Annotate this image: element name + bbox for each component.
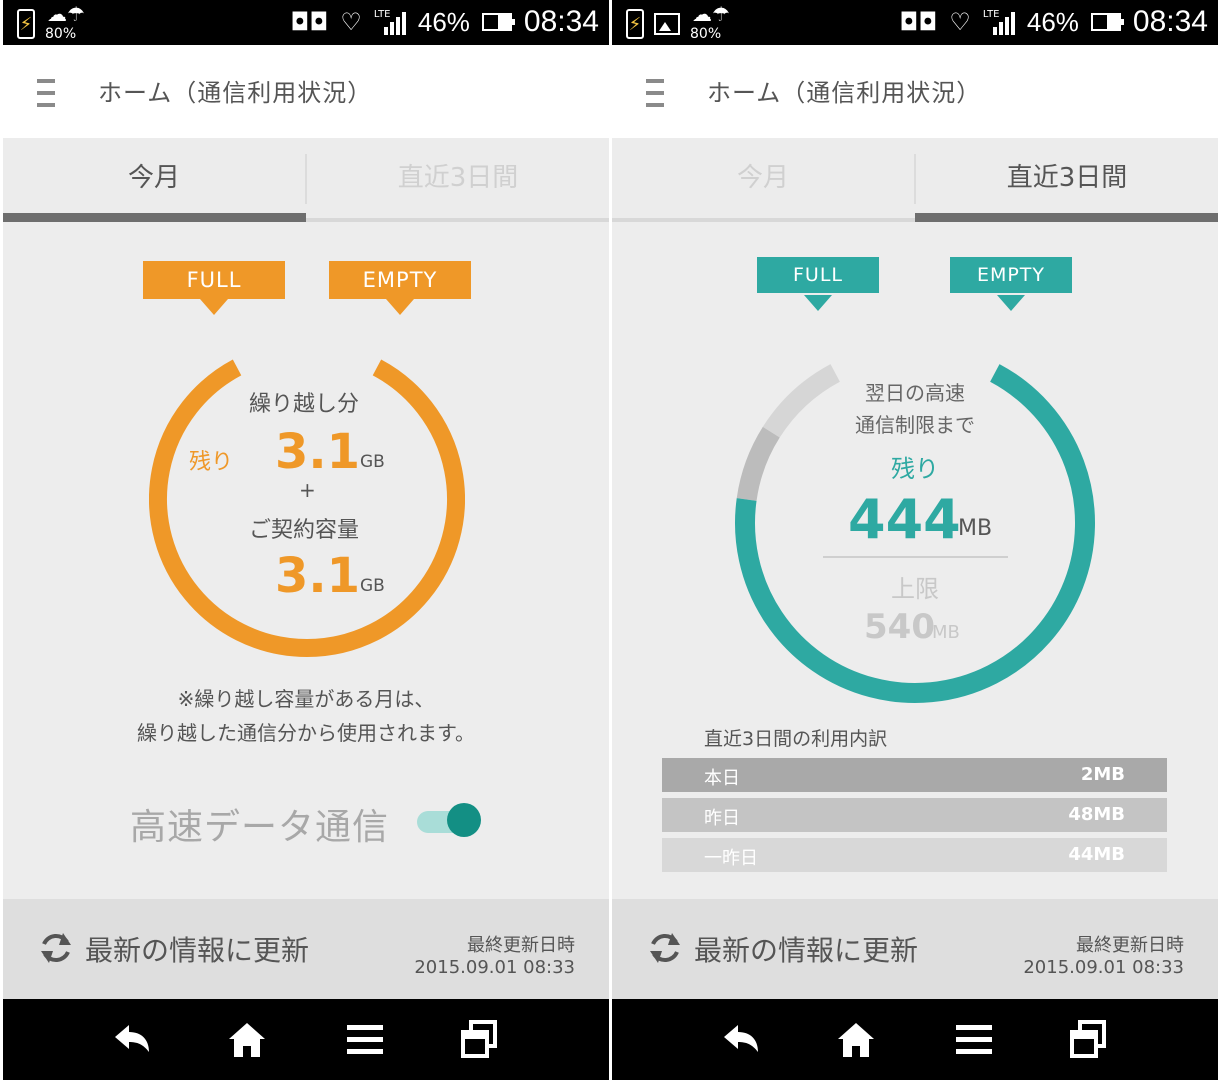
gauge-caption-2: 通信制限まで	[855, 413, 975, 437]
voicemail-icon: ◘◘	[899, 8, 938, 36]
contract-unit: GB	[360, 576, 385, 596]
menu-list-icon[interactable]	[952, 1019, 996, 1059]
empty-label: EMPTY	[329, 261, 471, 315]
navigation-bar	[612, 999, 1218, 1080]
toggle-thumb	[447, 803, 481, 837]
status-bar: ⚡ ☁☂ 80% ◘◘ ♡ LTE 46% 08:34	[3, 0, 609, 45]
battery-icon	[481, 13, 515, 31]
breakdown-value: 44MB	[1068, 844, 1125, 865]
refresh-label: 最新の情報に更新	[85, 934, 310, 967]
page-title: ホーム（通信利用状況）	[707, 79, 982, 107]
battery-charging-icon: ⚡	[626, 9, 644, 39]
menu-icon[interactable]	[646, 79, 664, 107]
breakdown-value: 48MB	[1068, 804, 1125, 825]
tab-last-3-days[interactable]: 直近3日間	[916, 138, 1218, 213]
weather-icon: ☁☂ 80%	[690, 2, 730, 42]
screen-last-3-days: ⚡ ☁☂ 80% ◘◘ ♡ LTE 46% 08:34 ホーム（通信利用状況） …	[612, 0, 1218, 1080]
status-bar: ⚡ ☁☂ 80% ◘◘ ♡ LTE 46% 08:34	[612, 0, 1218, 45]
page-title: ホーム（通信利用状況）	[98, 79, 373, 107]
tab-underline	[612, 218, 915, 222]
limit-label: 上限	[891, 575, 939, 603]
refresh-icon	[41, 933, 71, 963]
breakdown-label: 本日	[704, 768, 740, 789]
refresh-bar[interactable]: 最新の情報に更新 最終更新日時 2015.09.01 08:33	[3, 899, 609, 999]
carryover-note-1: ※繰り越し容量がある月は、	[177, 687, 435, 711]
home-icon[interactable]	[225, 1019, 269, 1059]
weather-icon: ☁☂ 80%	[45, 2, 85, 42]
tab-indicator	[915, 213, 1218, 222]
refresh-label: 最新の情報に更新	[694, 934, 919, 967]
gauge-caption-1: 翌日の高速	[865, 381, 965, 405]
last-updated-value: 2015.09.01 08:33	[1023, 957, 1184, 978]
heart-icon: ♡	[340, 8, 362, 36]
contract-label: ご契約容量	[249, 518, 360, 543]
last-updated-value: 2015.09.01 08:33	[414, 957, 575, 978]
remaining-value: 444	[848, 488, 961, 551]
image-icon	[654, 13, 680, 35]
limit-unit: MB	[932, 622, 960, 643]
breakdown-row: 昨日 48MB	[662, 798, 1167, 832]
back-icon[interactable]	[718, 1019, 762, 1059]
refresh-icon	[650, 933, 680, 963]
remaining-label: 残り	[189, 450, 234, 475]
clock: 08:34	[523, 5, 599, 38]
contract-value: 3.1	[275, 548, 361, 604]
carryover-label: 繰り越し分	[249, 392, 360, 417]
carryover-unit: GB	[360, 452, 385, 472]
tab-last-3-days[interactable]: 直近3日間	[307, 138, 609, 213]
app-bar: ホーム（通信利用状況）	[612, 45, 1218, 138]
voicemail-icon: ◘◘	[290, 8, 329, 36]
screen-this-month: ⚡ ☁☂ 80% ◘◘ ♡ LTE 46% 08:34 ホーム（通信利用状況） …	[3, 0, 609, 1080]
breakdown-title: 直近3日間の利用内訳	[704, 728, 888, 750]
tab-this-month[interactable]: 今月	[3, 138, 305, 213]
refresh-bar[interactable]: 最新の情報に更新 最終更新日時 2015.09.01 08:33	[612, 899, 1218, 999]
weather-percent: 80%	[690, 26, 722, 42]
tab-bar: 今月 直近3日間	[3, 138, 609, 222]
full-label: FULL	[757, 257, 879, 311]
battery-icon	[1090, 13, 1124, 31]
weather-percent: 80%	[45, 26, 77, 42]
breakdown-value: 2MB	[1080, 764, 1125, 785]
breakdown-row: 本日 2MB	[662, 758, 1167, 792]
limit-value: 540	[864, 607, 935, 647]
tab-bar: 今月 直近3日間	[612, 138, 1218, 222]
app-bar: ホーム（通信利用状況）	[3, 45, 609, 138]
battery-percent: 46%	[417, 6, 470, 37]
navigation-bar	[3, 999, 609, 1080]
tab-indicator	[3, 213, 306, 222]
back-icon[interactable]	[109, 1019, 153, 1059]
battery-percent: 46%	[1026, 6, 1079, 37]
menu-icon[interactable]	[37, 79, 55, 107]
recent-apps-icon[interactable]	[1068, 1019, 1112, 1059]
signal-icon: LTE	[983, 9, 1015, 35]
breakdown-label: 一昨日	[704, 848, 758, 869]
full-label: FULL	[143, 261, 285, 315]
breakdown-row: 一昨日 44MB	[662, 838, 1167, 872]
carryover-note-2: 繰り越した通信分から使用されます。	[137, 721, 475, 745]
carryover-value: 3.1	[275, 424, 361, 480]
last-updated-label: 最終更新日時	[1076, 935, 1184, 956]
breakdown-label: 昨日	[704, 808, 740, 829]
signal-icon: LTE	[374, 9, 406, 35]
menu-list-icon[interactable]	[343, 1019, 387, 1059]
clock: 08:34	[1132, 5, 1208, 38]
empty-label: EMPTY	[950, 257, 1072, 311]
remaining-unit: MB	[958, 516, 993, 541]
remaining-label: 残り	[891, 455, 939, 483]
heart-icon: ♡	[949, 8, 971, 36]
tab-this-month[interactable]: 今月	[612, 138, 914, 213]
gauge-divider	[823, 556, 1008, 558]
tab-underline	[306, 218, 609, 222]
plus-sign: +	[299, 478, 316, 502]
recent-apps-icon[interactable]	[459, 1019, 503, 1059]
last-updated-label: 最終更新日時	[467, 935, 575, 956]
highspeed-toggle[interactable]	[417, 803, 487, 839]
highspeed-label: 高速データ通信	[130, 807, 390, 848]
battery-charging-icon: ⚡	[17, 9, 35, 39]
home-icon[interactable]	[834, 1019, 878, 1059]
